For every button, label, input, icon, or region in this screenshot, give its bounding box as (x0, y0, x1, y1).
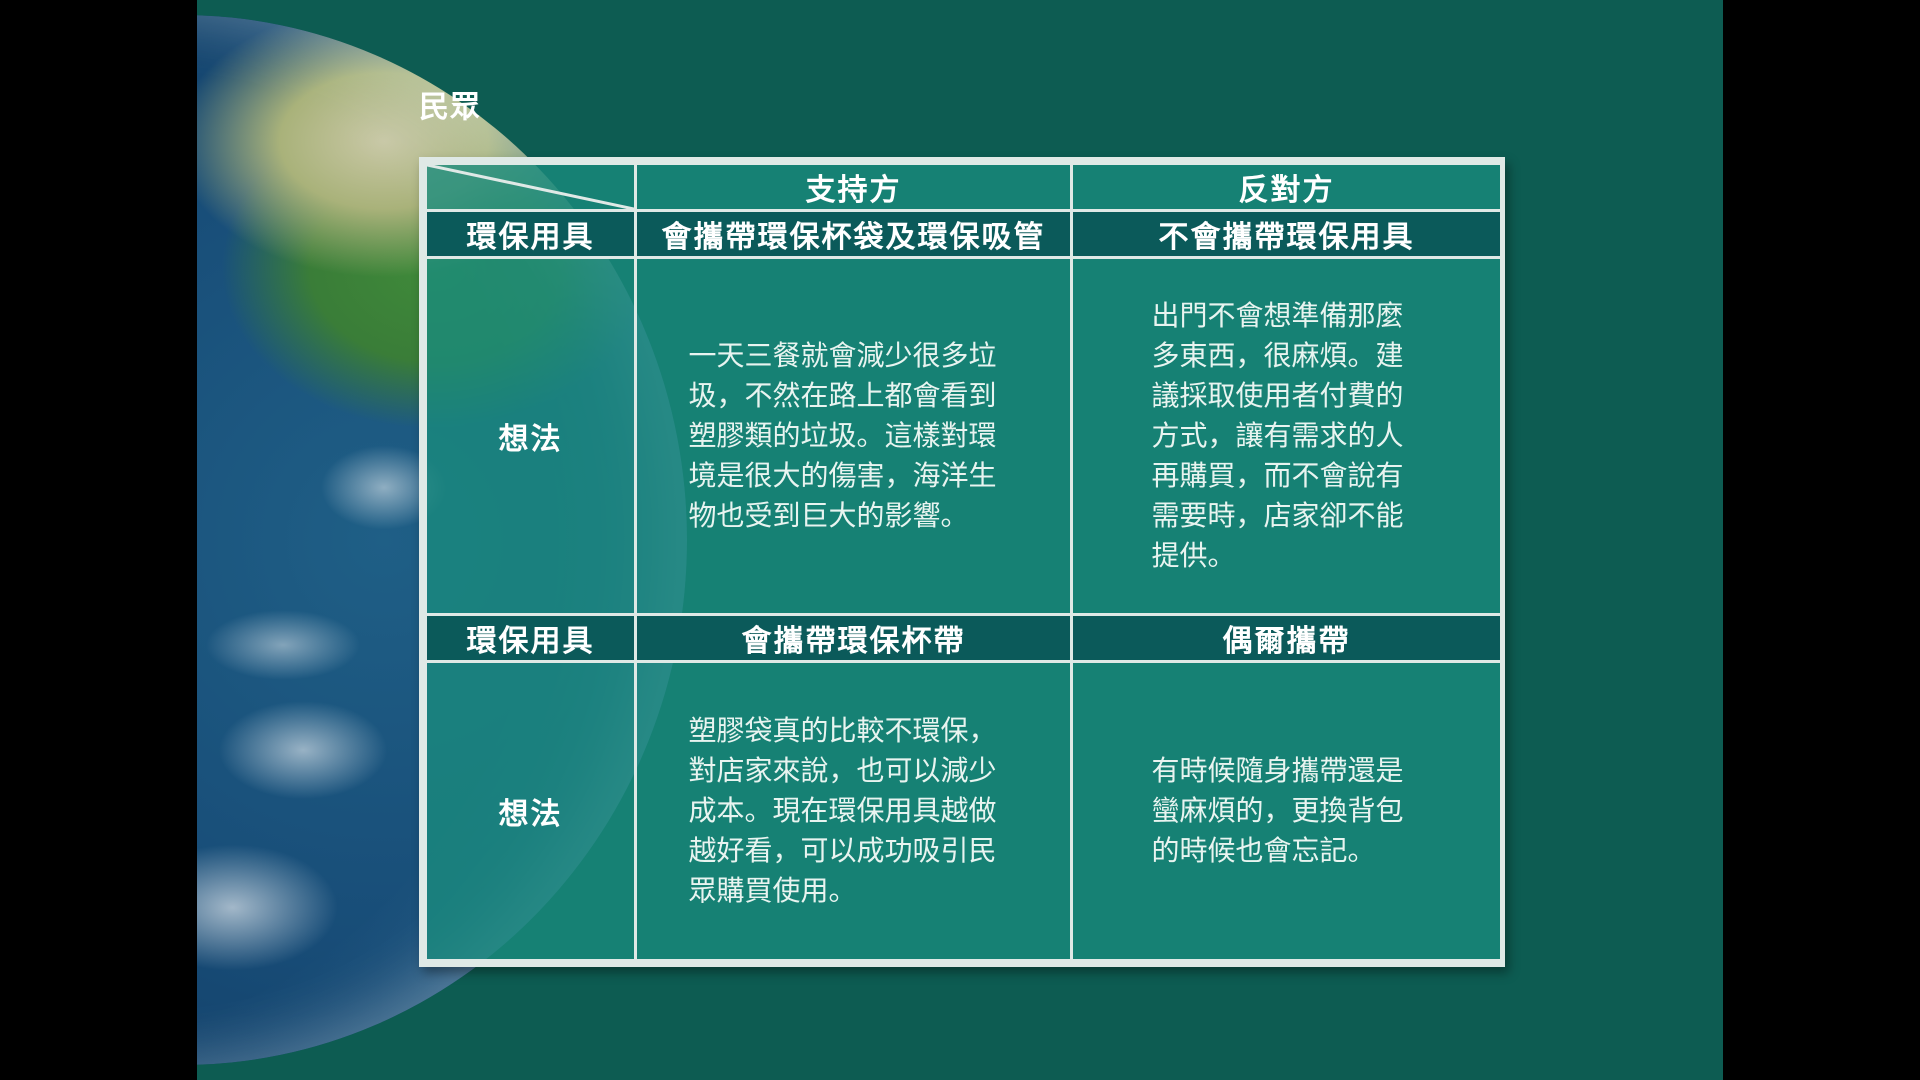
slide: 民眾 支持方 反對方 環保用具 會攜帶環保杯袋及環保吸管 不會攜帶環保用具 想法 (197, 0, 1723, 1080)
oppose-idea-text: 有時候隨身攜帶還是 蠻麻煩的，更換背包 的時候也會忘記。 (1151, 754, 1404, 867)
oppose-idea-text: 出門不會想準備那麼 多東西，很麻煩。建 議採取使用者付費的 方式，讓有需求的人 … (1151, 299, 1404, 572)
support-idea-text: 塑膠袋真的比較不環保， 對店家來說，也可以減少 成本。現在環保用具越做 越好看，… (688, 714, 997, 907)
support-stance-cell: 會攜帶環保杯帶 (634, 613, 1073, 663)
oppose-stance-cell: 偶爾攜帶 (1070, 613, 1503, 663)
oppose-header: 反對方 (1070, 162, 1503, 212)
oppose-stance-cell: 不會攜帶環保用具 (1070, 209, 1503, 259)
corner-cell (424, 162, 637, 212)
diagonal-divider (427, 165, 634, 209)
idea-label: 想法 (424, 660, 637, 962)
support-idea-cell: 塑膠袋真的比較不環保， 對店家來說，也可以減少 成本。現在環保用具越做 越好看，… (634, 660, 1073, 962)
category-cell: 環保用具 (424, 209, 637, 259)
support-idea-text: 一天三餐就會減少很多垃 圾，不然在路上都會看到 塑膠類的垃圾。這樣對環 境是很大… (688, 339, 997, 532)
oppose-idea-cell: 有時候隨身攜帶還是 蠻麻煩的，更換背包 的時候也會忘記。 (1070, 660, 1503, 962)
comparison-table: 支持方 反對方 環保用具 會攜帶環保杯袋及環保吸管 不會攜帶環保用具 想法 一天… (419, 157, 1505, 967)
support-header: 支持方 (634, 162, 1073, 212)
support-stance-cell: 會攜帶環保杯袋及環保吸管 (634, 209, 1073, 259)
slide-title: 民眾 (419, 90, 481, 125)
oppose-idea-cell: 出門不會想準備那麼 多東西，很麻煩。建 議採取使用者付費的 方式，讓有需求的人 … (1070, 256, 1503, 616)
support-idea-cell: 一天三餐就會減少很多垃 圾，不然在路上都會看到 塑膠類的垃圾。這樣對環 境是很大… (634, 256, 1073, 616)
idea-label: 想法 (424, 256, 637, 616)
category-cell: 環保用具 (424, 613, 637, 663)
